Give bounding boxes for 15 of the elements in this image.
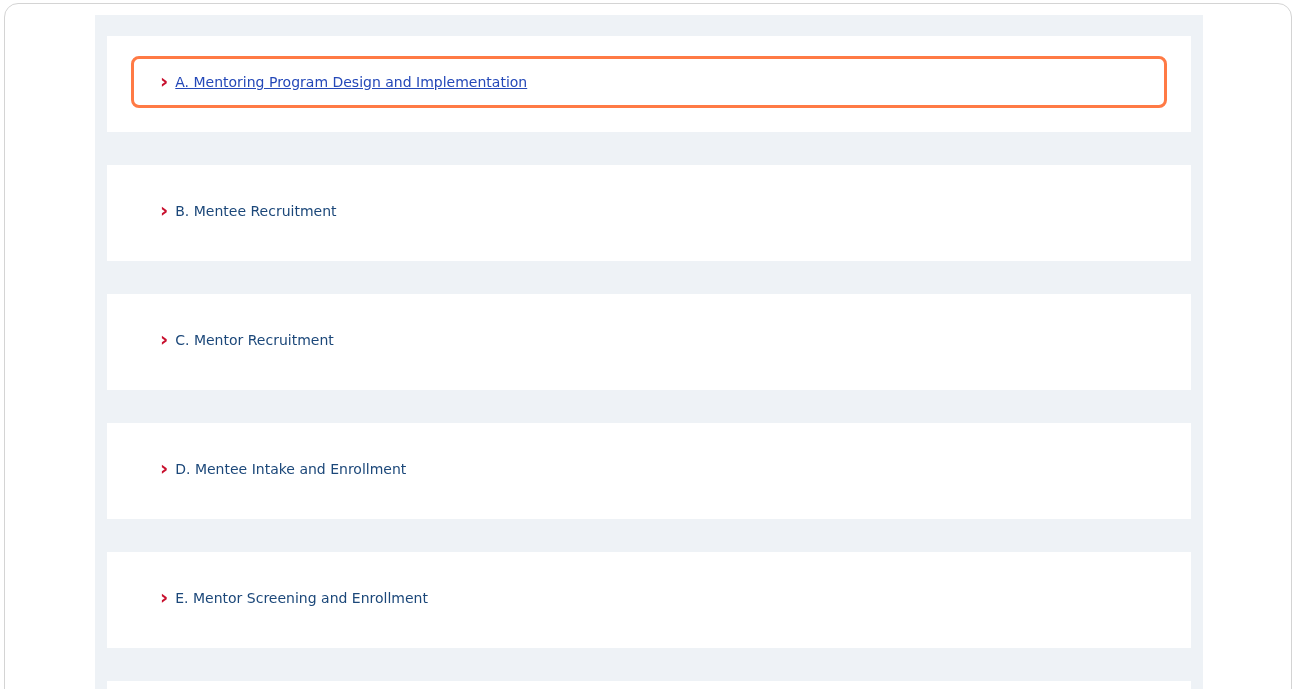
accordion-title[interactable]: A. Mentoring Program Design and Implementation <box>175 74 528 90</box>
chevron-icon: › <box>160 457 169 478</box>
accordion-title[interactable]: D. Mentee Intake and Enrollment <box>175 461 407 477</box>
chevron-icon: › <box>160 586 169 607</box>
accordion-header[interactable]: › E. Mentor Screening and Enrollment <box>131 572 1167 624</box>
chevron-icon: › <box>160 328 169 349</box>
accordion-title[interactable]: E. Mentor Screening and Enrollment <box>175 590 428 606</box>
accordion-header[interactable]: › A. Mentoring Program Design and Implementation <box>131 56 1167 108</box>
chevron-icon: › <box>160 199 169 220</box>
accordion-title[interactable]: B. Mentee Recruitment <box>175 203 337 219</box>
accordion-header[interactable]: › C. Mentor Recruitment <box>131 314 1167 366</box>
chevron-icon: › <box>160 70 169 91</box>
accordion-title[interactable]: C. Mentor Recruitment <box>175 332 334 348</box>
accordion-header[interactable]: › B. Mentee Recruitment <box>131 185 1167 237</box>
accordion-header[interactable]: › D. Mentee Intake and Enrollment <box>131 443 1167 495</box>
